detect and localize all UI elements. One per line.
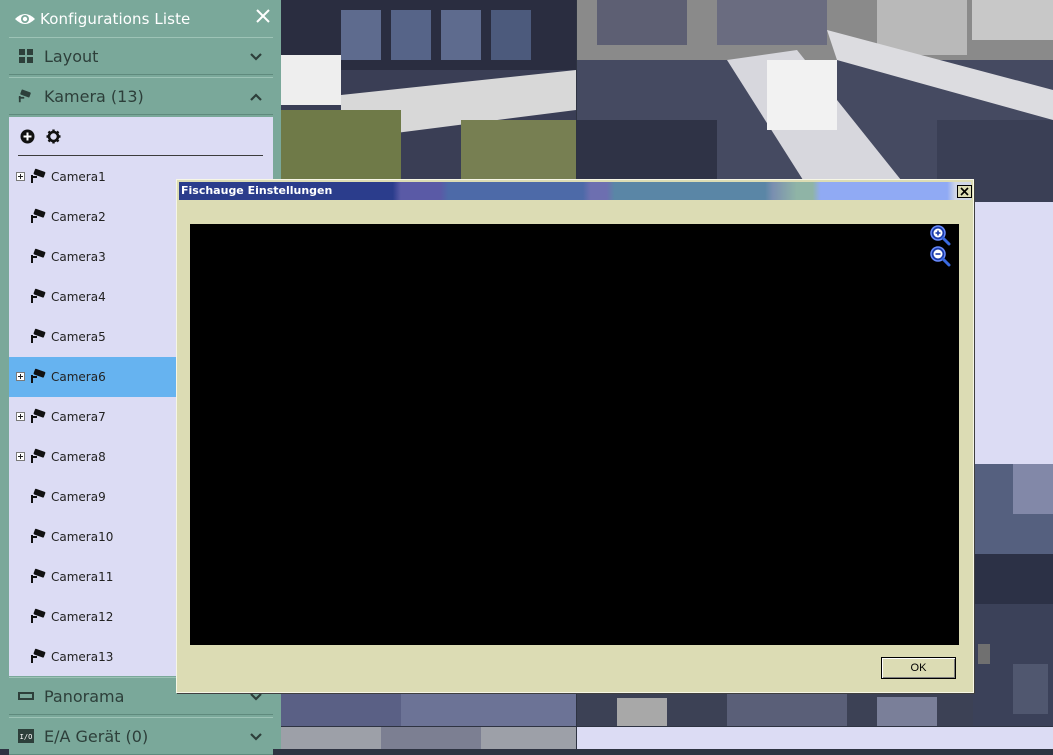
camera-feed-tile (973, 202, 1053, 464)
camera-tree-item-label: Camera12 (51, 610, 114, 624)
dialog-titlebar[interactable]: Fischauge Einstellungen (179, 182, 972, 200)
section-io-label: E/A Gerät (0) (44, 726, 149, 746)
plus-circle-icon[interactable] (20, 129, 35, 144)
expand-plus-icon[interactable] (16, 372, 25, 381)
expand-plus-icon[interactable] (16, 412, 25, 421)
fisheye-viewport[interactable] (190, 224, 959, 645)
section-layout-label: Layout (44, 46, 99, 66)
camera-feed-tile (577, 693, 973, 726)
section-layout[interactable]: Layout (9, 37, 273, 75)
camera-tree-item-label: Camera1 (51, 170, 106, 184)
zoom-out-icon[interactable] (929, 245, 951, 267)
expand-plus-icon[interactable] (16, 172, 25, 181)
chevron-down-icon (250, 733, 262, 741)
divider (18, 155, 263, 156)
gear-icon[interactable] (46, 129, 61, 144)
camera-icon (31, 608, 46, 623)
camera-tree-item-label: Camera5 (51, 330, 106, 344)
close-icon (960, 187, 969, 196)
camera-icon (31, 528, 46, 543)
camera-icon (31, 208, 46, 223)
section-camera[interactable]: Kamera (13) (9, 77, 273, 115)
camera-tree-item-label: Camera6 (51, 370, 106, 384)
zoom-in-icon[interactable] (929, 224, 951, 246)
io-icon: I/O (18, 729, 34, 743)
tree-toolbar (9, 117, 273, 155)
camera-tree-item-label: Camera11 (51, 570, 114, 584)
panel-title: Konfigurations Liste (40, 9, 191, 28)
camera-icon (18, 89, 31, 103)
camera-icon (31, 248, 46, 263)
grid-icon (19, 49, 33, 63)
camera-tree-item-label: Camera2 (51, 210, 106, 224)
section-io-device[interactable]: I/O E/A Gerät (0) (9, 717, 273, 755)
camera-tree-item-label: Camera3 (51, 250, 106, 264)
camera-tree-item[interactable]: Camera6 (9, 357, 176, 397)
ok-button[interactable]: OK (881, 657, 956, 679)
dialog-close-button[interactable] (957, 185, 972, 198)
eye-icon (15, 13, 35, 24)
camera-feed-tile (577, 0, 1053, 202)
section-panorama-label: Panorama (44, 686, 125, 706)
svg-text:I/O: I/O (20, 733, 33, 741)
camera-feed-tile (973, 464, 1053, 726)
panel-header: Konfigurations Liste (0, 0, 281, 37)
camera-icon (31, 448, 46, 463)
camera-icon (31, 648, 46, 663)
camera-icon (31, 288, 46, 303)
close-icon[interactable] (255, 8, 271, 24)
camera-feed-tile (281, 693, 576, 726)
chevron-up-icon (250, 93, 262, 101)
camera-tree-item-label: Camera8 (51, 450, 106, 464)
camera-icon (31, 328, 46, 343)
camera-icon (31, 168, 46, 183)
expand-plus-icon[interactable] (16, 452, 25, 461)
camera-icon (31, 368, 46, 383)
fisheye-settings-dialog: Fischauge Einstellungen OK (176, 179, 974, 693)
camera-icon (31, 488, 46, 503)
camera-icon (31, 408, 46, 423)
camera-tree-item-label: Camera9 (51, 490, 106, 504)
section-camera-label: Kamera (13) (44, 86, 144, 106)
camera-tree-item-label: Camera13 (51, 650, 114, 664)
dialog-title: Fischauge Einstellungen (181, 184, 333, 197)
camera-tree-item-label: Camera7 (51, 410, 106, 424)
camera-feed-tile (281, 0, 576, 180)
camera-icon (31, 568, 46, 583)
camera-feed-tile (577, 727, 1053, 749)
camera-feed-tile (281, 727, 576, 749)
panorama-icon (18, 692, 34, 700)
camera-tree-item-label: Camera4 (51, 290, 106, 304)
chevron-down-icon (250, 53, 262, 61)
camera-tree-item-label: Camera10 (51, 530, 114, 544)
